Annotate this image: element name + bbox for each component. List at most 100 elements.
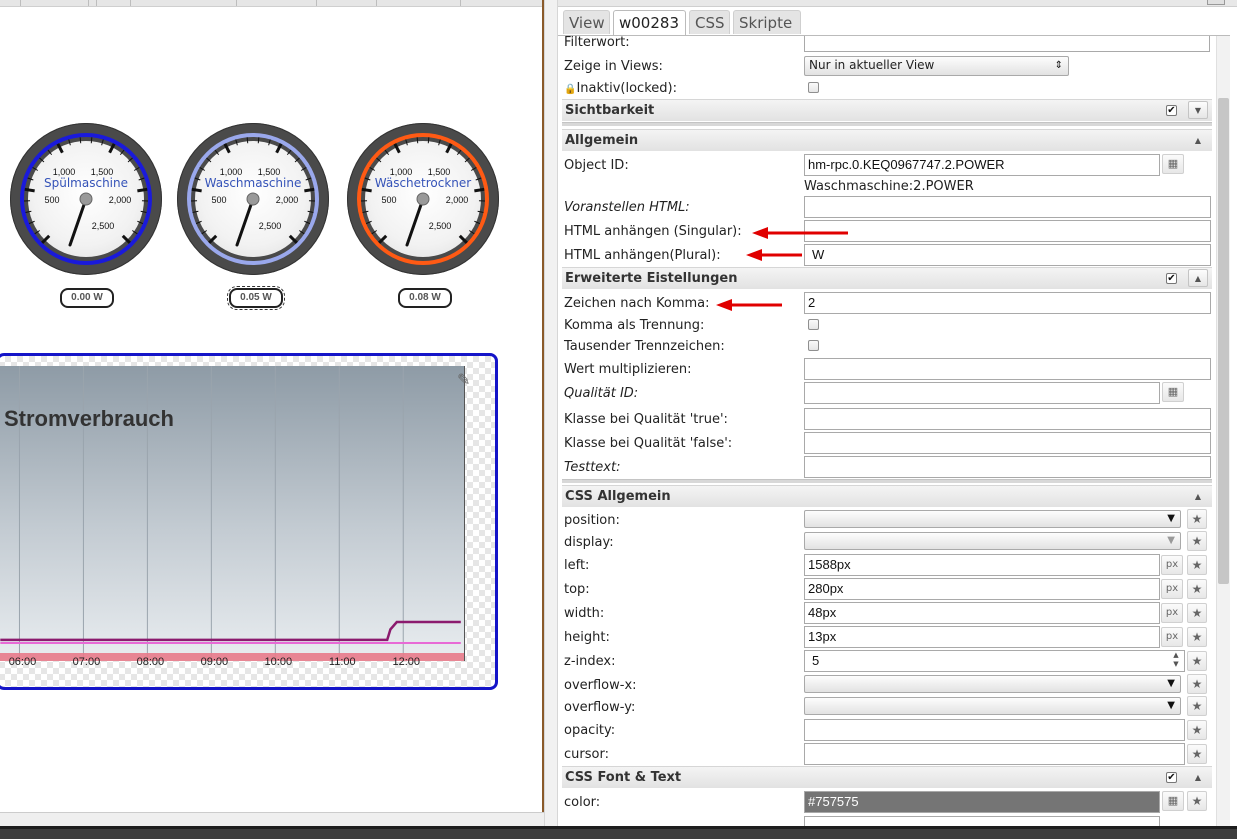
wert-multiplizieren-input[interactable] (804, 358, 1211, 380)
chevron-down-icon[interactable]: ▼ (1188, 101, 1208, 119)
star-icon[interactable]: ★ (1187, 603, 1207, 623)
gauge-waeschetrockner[interactable]: 500 1,000 1,500 2,000 2,500 Wäschetrockner (347, 123, 499, 275)
css-left-input[interactable]: 1588px (804, 554, 1160, 576)
unit-px-button[interactable]: px (1161, 627, 1183, 647)
color-picker-icon[interactable]: ▦ (1162, 791, 1184, 811)
close-icon[interactable] (1207, 0, 1225, 5)
section-allgemein[interactable]: Allgemein ▲ (562, 129, 1212, 151)
klasse-true-input[interactable] (804, 408, 1211, 430)
edit-pencil-icon[interactable]: ✎ (457, 370, 470, 389)
chevron-up-icon[interactable]: ▲ (1188, 487, 1208, 505)
readout-waschmaschine-selected[interactable]: 0.05 W (227, 286, 285, 310)
readout-waeschetrockner[interactable]: 0.08 W (398, 288, 452, 308)
gauge-tick (294, 157, 300, 163)
css-zindex-label: z-index: (564, 654, 616, 669)
zeichen-nach-komma-input[interactable]: 2 (804, 292, 1211, 314)
gauge-tick (28, 220, 35, 225)
view-canvas[interactable]: 500 1,000 1,500 2,000 2,500 Spülmaschine 500… (0, 0, 544, 826)
html-singular-input[interactable] (804, 220, 1211, 242)
gauge-tick (365, 220, 372, 225)
star-icon[interactable]: ★ (1187, 696, 1207, 716)
section-title: Erweiterte Eistellungen (565, 271, 738, 286)
gauge-tick (369, 167, 376, 171)
panel-scrollbar[interactable] (1216, 36, 1230, 826)
tab-skripte[interactable]: Skripte (733, 10, 801, 34)
gauge-tick (195, 220, 202, 225)
gauge-tick (199, 167, 206, 171)
inaktiv-checkbox[interactable] (808, 82, 819, 93)
unit-px-button[interactable]: px (1161, 579, 1183, 599)
tausender-checkbox[interactable] (808, 340, 819, 351)
komma-trennung-checkbox[interactable] (808, 319, 819, 330)
star-icon[interactable]: ★ (1187, 651, 1207, 671)
panel-splitter[interactable] (544, 0, 558, 826)
gauge-spuelmaschine[interactable]: 500 1,000 1,500 2,000 2,500 Spülmaschine (10, 123, 162, 275)
gauge-tick (39, 157, 45, 163)
section-enable-checkbox[interactable]: ✔ (1166, 105, 1177, 116)
object-id-name: Waschmaschine:2.POWER (804, 179, 974, 194)
gauge-tick (275, 143, 283, 154)
star-icon[interactable]: ★ (1187, 531, 1207, 551)
css-position-select[interactable]: ▼ (804, 510, 1181, 528)
gauge-waschmaschine[interactable]: 500 1,000 1,500 2,000 2,500 Waschmaschine (177, 123, 329, 275)
section-sichtbarkeit[interactable]: Sichtbarkeit ✔ ▼ (562, 99, 1212, 121)
object-browse-icon[interactable]: ▦ (1162, 154, 1184, 174)
zeige-in-views-select[interactable]: Nur in aktueller View ⇕ (804, 56, 1069, 76)
tab-css[interactable]: CSS (689, 10, 730, 34)
css-top-input[interactable]: 280px (804, 578, 1160, 600)
css-cursor-input[interactable] (804, 743, 1185, 765)
section-enable-checkbox[interactable]: ✔ (1166, 273, 1177, 284)
zindex-stepper-icon[interactable]: ▲ ▼ (1169, 651, 1183, 671)
css-width-input[interactable]: 48px (804, 602, 1160, 624)
testtext-input[interactable] (804, 456, 1211, 478)
canvas-horizontal-scrollbar[interactable] (0, 812, 544, 826)
tab-view[interactable]: View (563, 10, 610, 34)
section-separator (562, 479, 1212, 483)
scrollbar-thumb[interactable] (1218, 98, 1229, 584)
gauge-tick (201, 230, 207, 235)
star-icon[interactable]: ★ (1187, 555, 1207, 575)
chart-x-tick-label: 09:00 (200, 656, 229, 668)
chart-title: Stromverbrauch (4, 406, 174, 431)
voranstellen-html-input[interactable] (804, 196, 1211, 218)
chart-widget[interactable]: Stromverbrauch ✎ 06:00 07:00 08:00 09:00 10:… (0, 353, 498, 690)
filterwort-input[interactable] (804, 36, 1210, 52)
css-color-input[interactable]: #757575 (804, 791, 1160, 813)
unit-px-button[interactable]: px (1161, 555, 1183, 575)
annotation-arrow-icon (752, 227, 848, 239)
gauge-tick-label: 2,500 (92, 221, 115, 231)
qualitaet-id-input[interactable] (804, 382, 1160, 404)
star-icon[interactable]: ★ (1187, 744, 1207, 764)
object-id-input[interactable]: hm-rpc.0.KEQ0967747.2.POWER (804, 154, 1160, 176)
gauge-name: Wäschetrockner (374, 176, 472, 190)
section-erweiterte[interactable]: Erweiterte Eistellungen ✔ ▲ (562, 267, 1212, 289)
chevron-up-icon[interactable]: ▲ (1188, 768, 1208, 786)
css-overflow-y-select[interactable]: ▼ (804, 697, 1181, 715)
annotation-arrow-icon (746, 249, 802, 261)
klasse-false-input[interactable] (804, 432, 1211, 454)
star-icon[interactable]: ★ (1187, 579, 1207, 599)
readout-spuelmaschine[interactable]: 0.00 W (60, 288, 114, 308)
css-opacity-input[interactable] (804, 719, 1185, 741)
html-plural-input[interactable]: W (804, 244, 1211, 266)
section-css-font-text[interactable]: CSS Font & Text ✔ ▲ (562, 766, 1212, 788)
section-css-allgemein[interactable]: CSS Allgemein ▲ (562, 485, 1212, 507)
chevron-up-icon[interactable]: ▲ (1188, 131, 1208, 149)
gauge-hub (79, 192, 93, 206)
unit-px-button[interactable]: px (1161, 603, 1183, 623)
css-zindex-input[interactable]: 5 (804, 650, 1185, 672)
star-icon[interactable]: ★ (1187, 627, 1207, 647)
css-height-input[interactable]: 13px (804, 626, 1160, 648)
next-field-input[interactable] (804, 816, 1160, 826)
gauge-tick (416, 137, 419, 144)
star-icon[interactable]: ★ (1187, 509, 1207, 529)
star-icon[interactable]: ★ (1187, 674, 1207, 694)
chevron-up-icon[interactable]: ▲ (1188, 269, 1208, 287)
tab-widget[interactable]: w00283 (613, 10, 686, 36)
section-enable-checkbox[interactable]: ✔ (1166, 772, 1177, 783)
css-overflow-x-select[interactable]: ▼ (804, 675, 1181, 693)
qualitaet-browse-icon[interactable]: ▦ (1162, 382, 1184, 402)
star-icon[interactable]: ★ (1187, 791, 1207, 811)
css-display-select[interactable]: ▼ (804, 532, 1181, 550)
star-icon[interactable]: ★ (1187, 720, 1207, 740)
